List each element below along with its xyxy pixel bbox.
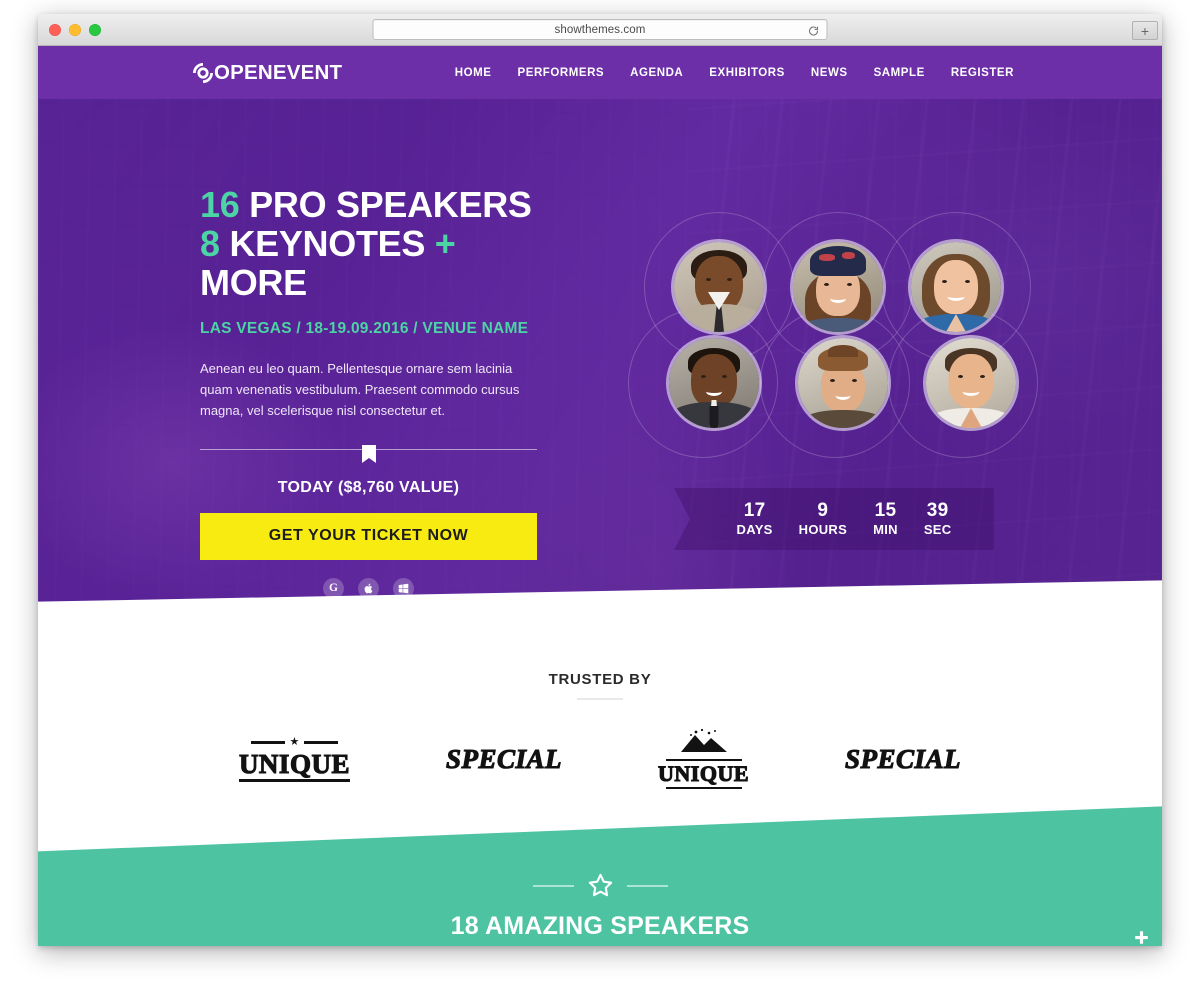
headline-text-speakers: PRO SPEAKERS bbox=[249, 184, 532, 225]
partner-logo-special-1: SPECIAL bbox=[445, 744, 562, 774]
nav-item-agenda[interactable]: AGENDA bbox=[630, 67, 683, 79]
nav-item-exhibitors[interactable]: EXHIBITORS bbox=[709, 67, 785, 79]
apple-icon[interactable] bbox=[358, 577, 379, 599]
window-controls bbox=[49, 23, 101, 36]
speaker-avatar-6[interactable] bbox=[923, 335, 1019, 431]
countdown-unit: MIN bbox=[873, 522, 898, 538]
bookmark-divider bbox=[200, 444, 537, 465]
bookmark-icon bbox=[361, 444, 376, 463]
countdown-cell-days: 17 DAYS bbox=[724, 499, 786, 538]
hero-text-column: 16 PRO SPEAKERS 8 KEYNOTES + MORE LAS VE… bbox=[200, 184, 560, 599]
trusted-by-title: TRUSTED BY bbox=[548, 671, 652, 688]
get-ticket-button[interactable]: GET YOUR TICKET NOW bbox=[200, 512, 537, 560]
price-value-label: TODAY ($8,760 VALUE) bbox=[277, 478, 460, 496]
speaker-avatar-5[interactable] bbox=[795, 335, 891, 431]
star-icon: ★ bbox=[289, 736, 300, 748]
plus-icon[interactable] bbox=[1134, 930, 1149, 945]
nav-item-performers[interactable]: PERFORMERS bbox=[518, 67, 605, 79]
site-logo-text: OPENEVENT bbox=[214, 60, 343, 84]
browser-titlebar: showthemes.com + bbox=[38, 14, 1162, 46]
partner-logo-unique-mountain: UNIQUE bbox=[657, 728, 750, 791]
new-tab-button[interactable]: + bbox=[1132, 21, 1158, 40]
headline-count-speakers: 16 bbox=[200, 184, 240, 225]
maximize-window-button[interactable] bbox=[89, 23, 101, 36]
partner-logo-special-2: SPECIAL bbox=[844, 744, 962, 774]
countdown-unit: HOURS bbox=[798, 522, 848, 538]
windows-icon[interactable] bbox=[393, 577, 414, 599]
divider-line-right bbox=[626, 884, 668, 887]
countdown-value: 15 bbox=[874, 499, 897, 521]
partner-logos: ★ UNIQUE SPECIAL UNIQUE SPECIAL bbox=[38, 728, 1162, 791]
page-title: 16 PRO SPEAKERS 8 KEYNOTES + MORE bbox=[200, 184, 560, 303]
partner-logo-text: UNIQUE bbox=[657, 761, 750, 786]
headline-text-more: MORE bbox=[200, 261, 307, 303]
countdown-unit: DAYS bbox=[736, 522, 773, 538]
hero-description: Aenean eu leo quam. Pellentesque ornare … bbox=[200, 360, 520, 418]
partner-logo-text: SPECIAL bbox=[844, 744, 962, 774]
close-window-button[interactable] bbox=[49, 23, 61, 36]
nav-item-sample[interactable]: SAMPLE bbox=[874, 67, 925, 79]
countdown-cell-minutes: 15 MIN bbox=[860, 499, 911, 538]
headline-count-keynotes: 8 bbox=[200, 222, 220, 264]
logo-ornament: ★ bbox=[239, 737, 350, 748]
site-header: OPENEVENT HOME PERFORMERS AGENDA EXHIBIT… bbox=[38, 46, 1162, 99]
partner-logo-unique-banner: ★ UNIQUE bbox=[238, 737, 350, 782]
partner-logo-text: SPECIAL bbox=[445, 744, 562, 774]
speaker-avatar-3[interactable] bbox=[908, 239, 1004, 335]
speaker-avatar-1[interactable] bbox=[671, 239, 767, 335]
countdown-value: 39 bbox=[926, 499, 949, 521]
main-navigation: HOME PERFORMERS AGENDA EXHIBITORS NEWS S… bbox=[455, 67, 1014, 79]
speakers-avatar-grid bbox=[628, 212, 1038, 458]
speakers-section-header: 18 AMAZING SPEAKERS bbox=[38, 872, 1162, 941]
headline-plus: + bbox=[434, 222, 456, 264]
countdown-value: 9 bbox=[817, 499, 829, 521]
countdown-cell-hours: 9 HOURS bbox=[786, 499, 860, 538]
countdown-unit: SEC bbox=[923, 522, 952, 538]
browser-window: showthemes.com + 16 PRO SPEAKERS 8 KEYNO… bbox=[38, 14, 1162, 946]
divider-line-left bbox=[532, 884, 574, 887]
countdown-value: 17 bbox=[743, 499, 766, 521]
mountain-icon bbox=[669, 728, 739, 756]
speaker-avatar-2[interactable] bbox=[790, 239, 886, 335]
partner-logo-text: UNIQUE bbox=[238, 749, 350, 779]
speaker-avatar-4[interactable] bbox=[666, 335, 762, 431]
url-text: showthemes.com bbox=[554, 23, 646, 36]
speakers-section-title: 18 AMAZING SPEAKERS bbox=[450, 912, 750, 940]
nav-item-news[interactable]: NEWS bbox=[811, 67, 848, 79]
star-icon bbox=[587, 872, 614, 899]
address-bar[interactable]: showthemes.com bbox=[372, 19, 828, 40]
countdown-timer: 17 DAYS 9 HOURS 15 MIN 39 SEC bbox=[674, 488, 994, 550]
nav-item-register[interactable]: REGISTER bbox=[951, 67, 1014, 79]
google-icon[interactable]: G bbox=[323, 577, 344, 599]
reload-icon[interactable] bbox=[808, 24, 820, 36]
headline-text-keynotes: KEYNOTES bbox=[229, 222, 426, 264]
minimize-window-button[interactable] bbox=[69, 23, 81, 36]
hero-content: 16 PRO SPEAKERS 8 KEYNOTES + MORE LAS VE… bbox=[38, 46, 1162, 624]
star-divider bbox=[38, 872, 1162, 899]
hero-section: 16 PRO SPEAKERS 8 KEYNOTES + MORE LAS VE… bbox=[38, 46, 1162, 624]
site-logo[interactable]: OPENEVENT bbox=[192, 61, 342, 85]
nav-item-home[interactable]: HOME bbox=[455, 67, 492, 79]
page-viewport: 16 PRO SPEAKERS 8 KEYNOTES + MORE LAS VE… bbox=[38, 46, 1162, 946]
countdown-cell-seconds: 39 SEC bbox=[911, 499, 965, 538]
social-links: G bbox=[200, 577, 537, 599]
event-details: LAS VEGAS / 18-19.09.2016 / VENUE NAME bbox=[200, 319, 529, 337]
open-circle-logo-icon bbox=[192, 62, 214, 84]
trusted-by-underline bbox=[577, 698, 623, 700]
